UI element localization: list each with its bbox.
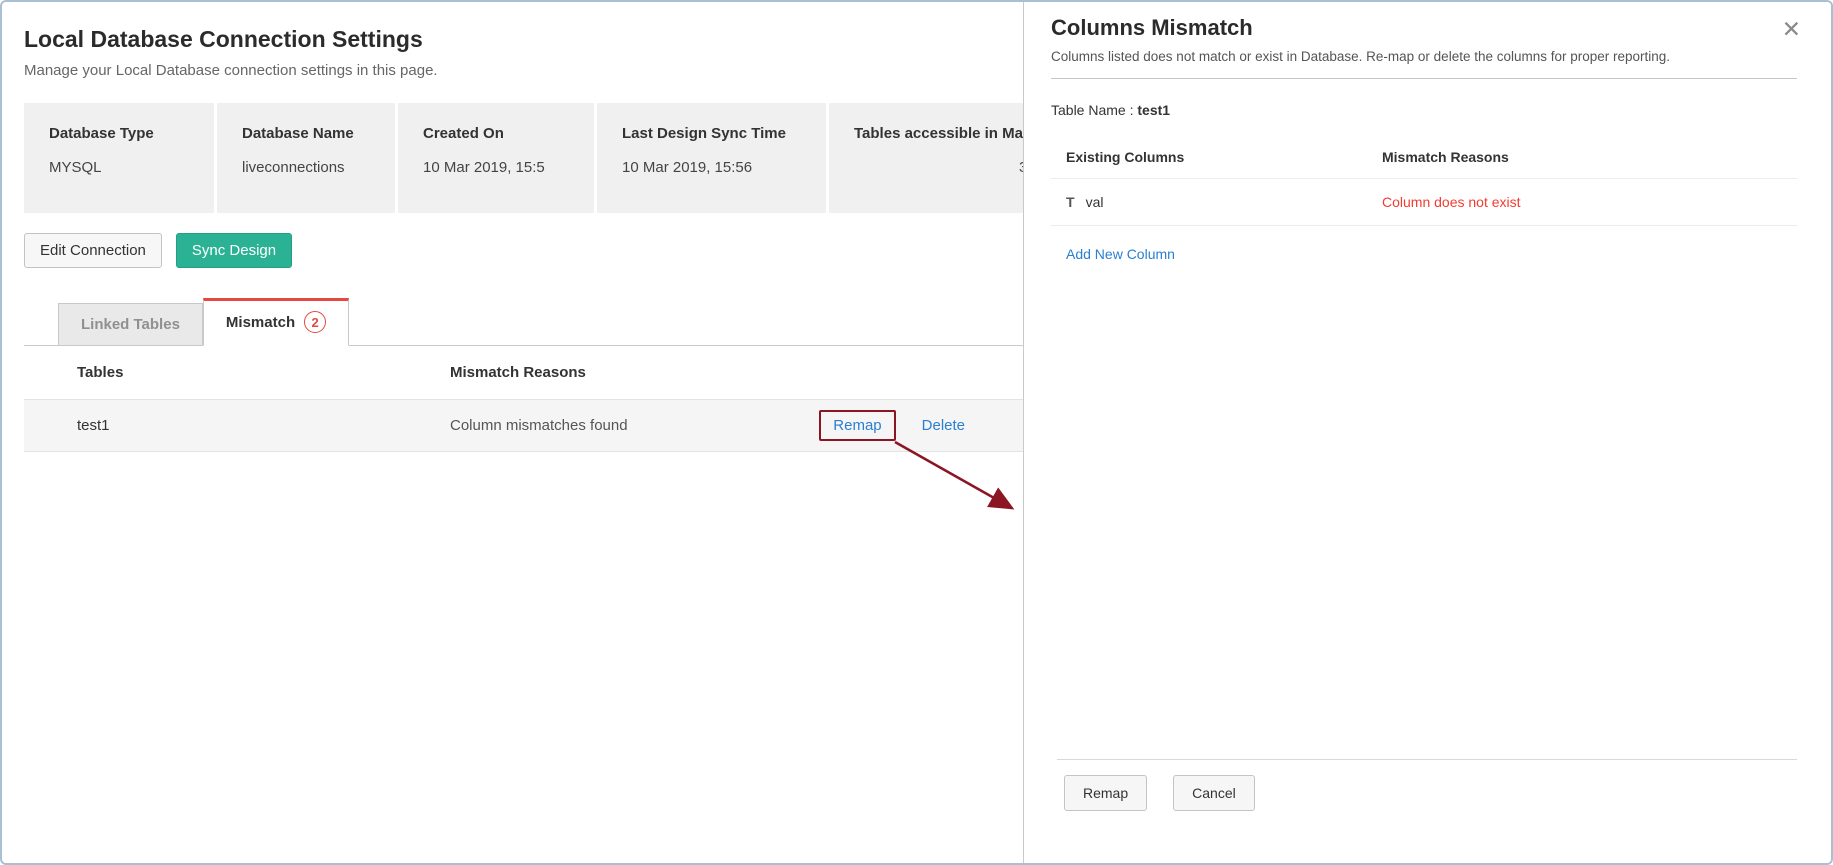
connection-settings-page: Local Database Connection Settings Manag… bbox=[2, 2, 1023, 863]
mismatch-count-badge: 2 bbox=[304, 311, 326, 333]
page-title: Local Database Connection Settings bbox=[24, 26, 1023, 53]
columns-mismatch-panel: ✕ Columns Mismatch Columns listed does n… bbox=[1023, 2, 1831, 863]
column-cell: T val bbox=[1066, 194, 1382, 210]
table-name-cell: test1 bbox=[24, 417, 450, 434]
page-subtitle: Manage your Local Database connection se… bbox=[24, 62, 1023, 79]
table-row: test1 Column mismatches found Remap Dele… bbox=[24, 400, 1023, 452]
mismatch-reason: Column does not exist bbox=[1382, 194, 1797, 210]
info-header: Tables accessible in Mana bbox=[854, 125, 1023, 142]
panel-subtitle: Columns listed does not match or exist i… bbox=[1051, 49, 1797, 64]
panel-header: Columns Mismatch Columns listed does not… bbox=[1024, 2, 1831, 64]
info-header: Last Design Sync Time bbox=[622, 125, 826, 142]
panel-spacer bbox=[1051, 262, 1797, 759]
screenshot-root: Local Database Connection Settings Manag… bbox=[0, 0, 1833, 865]
tab-bar: Linked Tables Mismatch 2 bbox=[24, 298, 1023, 346]
info-value: 10 Mar 2019, 15:56 bbox=[622, 159, 826, 176]
text-type-icon: T bbox=[1066, 194, 1075, 210]
tab-label: Mismatch bbox=[226, 314, 295, 331]
tab-linked-tables[interactable]: Linked Tables bbox=[58, 303, 203, 346]
info-value: MYSQL bbox=[49, 159, 214, 176]
tab-label: Linked Tables bbox=[81, 316, 180, 333]
info-value: 10 Mar 2019, 15:5 bbox=[423, 159, 594, 176]
column-name: val bbox=[1086, 194, 1104, 210]
sync-design-button[interactable]: Sync Design bbox=[176, 233, 292, 268]
info-cell-database-type: Database Type MYSQL bbox=[24, 103, 214, 213]
info-cell-tables-accessible: Tables accessible in Mana 3 bbox=[829, 103, 1023, 213]
connection-info-table: Database Type MYSQL Database Name liveco… bbox=[24, 103, 1023, 213]
remap-link[interactable]: Remap bbox=[833, 417, 881, 434]
remap-highlight-box: Remap bbox=[819, 410, 895, 441]
panel-cancel-button[interactable]: Cancel bbox=[1173, 775, 1255, 811]
panel-title: Columns Mismatch bbox=[1051, 15, 1797, 41]
add-new-column-wrapper: Add New Column bbox=[1051, 246, 1797, 262]
info-cell-database-name: Database Name liveconnections bbox=[217, 103, 395, 213]
info-header: Database Name bbox=[242, 125, 395, 142]
existing-columns-header: Existing Columns bbox=[1066, 149, 1382, 165]
column-header-mismatch-reasons: Mismatch Reasons bbox=[450, 364, 1023, 381]
panel-footer: Remap Cancel bbox=[1024, 760, 1831, 863]
row-actions: Remap Delete bbox=[819, 410, 1023, 441]
column-row: T val Column does not exist bbox=[1051, 179, 1797, 226]
table-name-line: Table Name : test1 bbox=[1051, 102, 1797, 118]
delete-link[interactable]: Delete bbox=[922, 417, 965, 434]
mismatch-reasons-header: Mismatch Reasons bbox=[1382, 149, 1797, 165]
panel-remap-button[interactable]: Remap bbox=[1064, 775, 1147, 811]
info-header: Created On bbox=[423, 125, 594, 142]
info-cell-last-sync-time: Last Design Sync Time 10 Mar 2019, 15:56 bbox=[597, 103, 826, 213]
tab-mismatch[interactable]: Mismatch 2 bbox=[203, 298, 349, 346]
info-value: 3 bbox=[854, 159, 1023, 176]
panel-body: Table Name : test1 Existing Columns Mism… bbox=[1024, 79, 1831, 759]
table-name-value: test1 bbox=[1137, 102, 1170, 118]
connection-actions: Edit Connection Sync Design bbox=[24, 233, 1023, 268]
table-name-label: Table Name : bbox=[1051, 102, 1133, 118]
edit-connection-button[interactable]: Edit Connection bbox=[24, 233, 162, 268]
panel-columns-header: Existing Columns Mismatch Reasons bbox=[1051, 149, 1797, 179]
add-new-column-link[interactable]: Add New Column bbox=[1066, 246, 1175, 262]
close-icon[interactable]: ✕ bbox=[1782, 18, 1801, 41]
info-cell-created-on: Created On 10 Mar 2019, 15:5 bbox=[398, 103, 594, 213]
mismatch-reason-cell: Column mismatches found bbox=[450, 417, 819, 434]
mismatch-table-header: Tables Mismatch Reasons bbox=[24, 346, 1023, 400]
column-header-tables: Tables bbox=[24, 364, 450, 381]
info-header: Database Type bbox=[49, 125, 214, 142]
info-value: liveconnections bbox=[242, 159, 395, 176]
